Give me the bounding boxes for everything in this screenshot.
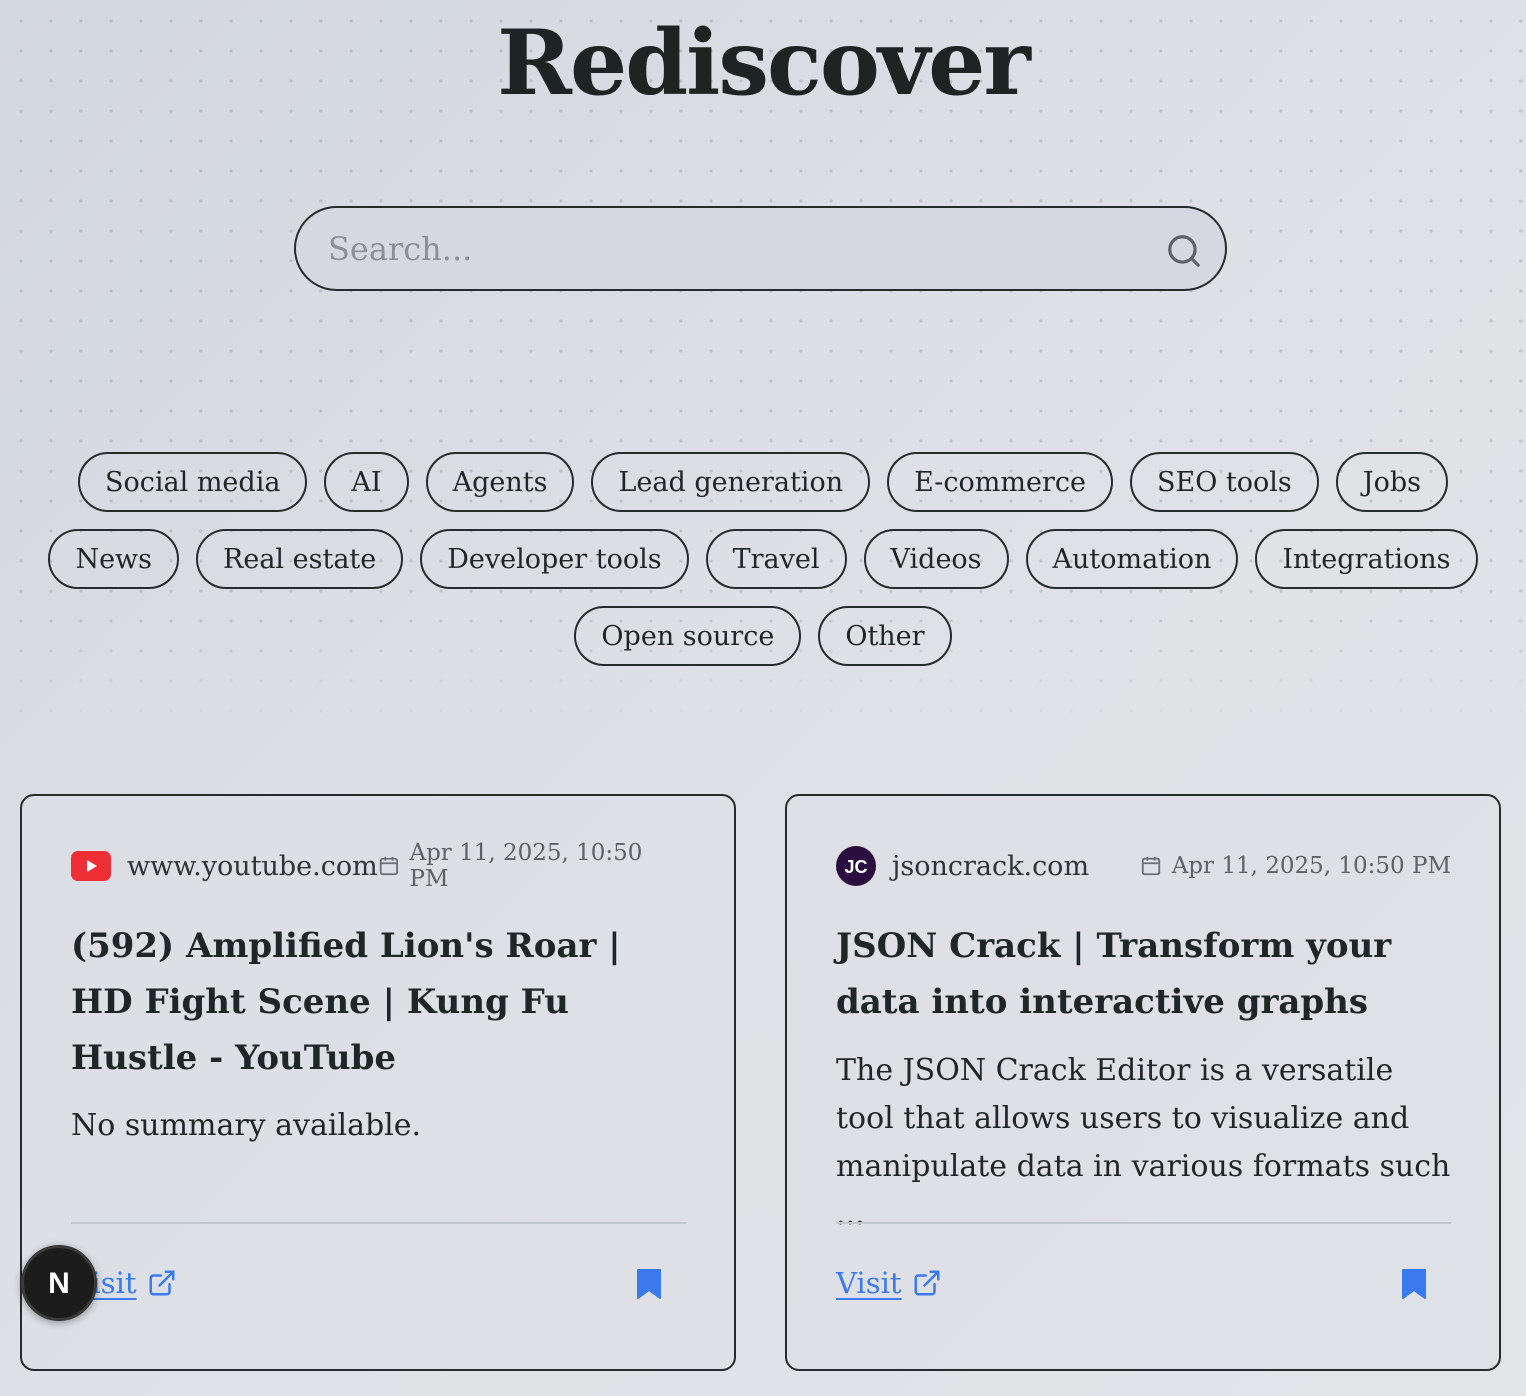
card-site: www.youtube.com (71, 846, 378, 886)
tag-integrations[interactable]: Integrations (1255, 529, 1478, 589)
jsoncrack-icon: JC (836, 846, 876, 886)
tag-travel[interactable]: Travel (705, 529, 847, 589)
card-date-text: Apr 11, 2025, 10:50 PM (409, 840, 643, 892)
search-input[interactable] (328, 208, 1148, 289)
bookmark-icon[interactable] (636, 1268, 662, 1300)
external-link-icon (149, 1270, 175, 1296)
card-site: JC jsoncrack.com (836, 846, 1089, 886)
calendar-icon (1141, 856, 1160, 876)
tag-lead-generation[interactable]: Lead generation (591, 452, 871, 512)
jsoncrack-logo-text: JC (844, 857, 867, 877)
visit-label: Visit (836, 1266, 902, 1300)
card-summary: The JSON Crack Editor is a versatile too… (836, 1053, 1451, 1232)
tag-news[interactable]: News (48, 529, 180, 589)
external-link-icon (914, 1270, 940, 1296)
tag-e-commerce[interactable]: E-commerce (887, 452, 1113, 512)
page-title: Rediscover (497, 10, 1031, 116)
tag-other[interactable]: Other (818, 606, 952, 666)
card-site-domain: www.youtube.com (127, 850, 378, 882)
calendar-icon (379, 856, 398, 876)
nextjs-icon: N (48, 1267, 70, 1300)
tag-real-estate[interactable]: Real estate (196, 529, 404, 589)
card-site-domain: jsoncrack.com (892, 850, 1090, 882)
visit-link[interactable]: Visit (836, 1266, 942, 1300)
tag-open-source[interactable]: Open source (574, 606, 802, 666)
search-icon[interactable] (1165, 232, 1203, 270)
card-title: (592) Amplified Lion's Roar | HD Fight S… (71, 926, 621, 1078)
card-date-text: Apr 11, 2025, 10:50 PM (1171, 853, 1451, 879)
card-date: Apr 11, 2025, 10:50 PM (378, 840, 686, 892)
category-tags: Social media AI Agents Lead generation E… (40, 452, 1486, 666)
tag-agents[interactable]: Agents (425, 452, 575, 512)
bookmark-card: JC jsoncrack.com Apr 11, 2025, 10:50 PM … (785, 794, 1501, 1371)
tag-automation[interactable]: Automation (1025, 529, 1239, 589)
bookmark-icon[interactable] (1401, 1268, 1427, 1300)
tag-developer-tools[interactable]: Developer tools (420, 529, 689, 589)
tag-social-media[interactable]: Social media (78, 452, 308, 512)
tag-jobs[interactable]: Jobs (1335, 452, 1448, 512)
card-divider (836, 1222, 1451, 1224)
tag-seo-tools[interactable]: SEO tools (1130, 452, 1319, 512)
card-meta: www.youtube.com Apr 11, 2025, 10:50 PM (71, 840, 686, 892)
bookmark-card: www.youtube.com Apr 11, 2025, 10:50 PM (… (20, 794, 736, 1371)
card-date: Apr 11, 2025, 10:50 PM (1140, 853, 1451, 879)
tag-ai[interactable]: AI (324, 452, 409, 512)
card-divider (71, 1222, 686, 1224)
nextjs-dev-badge[interactable]: N (21, 1245, 97, 1321)
svg-text:N: N (48, 1267, 70, 1300)
search-bar[interactable] (294, 206, 1227, 291)
card-summary: No summary available. (71, 1108, 422, 1143)
tag-videos[interactable]: Videos (863, 529, 1009, 589)
youtube-icon (71, 846, 111, 886)
card-meta: JC jsoncrack.com Apr 11, 2025, 10:50 PM (836, 846, 1451, 886)
card-title: JSON Crack | Transform your data into in… (836, 926, 1392, 1022)
